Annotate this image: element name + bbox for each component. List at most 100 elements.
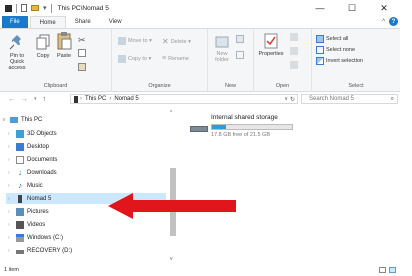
ribbon: Pin to Quick access Copy Paste ✂ Clipboa… xyxy=(0,28,400,92)
title-divider xyxy=(50,3,52,13)
breadcrumb-nomad-5[interactable]: Nomad 5 xyxy=(114,96,138,102)
collapse-chevron-icon[interactable]: › xyxy=(8,196,16,202)
nav-item-pictures[interactable]: › Pictures xyxy=(6,206,49,217)
search-icon: ⌕ xyxy=(390,95,394,102)
collapse-chevron-icon[interactable]: › xyxy=(8,222,16,228)
scroll-down-icon[interactable]: v xyxy=(170,256,173,262)
back-icon[interactable]: ← xyxy=(8,96,15,103)
device-small-icon xyxy=(74,95,78,103)
collapse-chevron-icon[interactable]: › xyxy=(8,235,16,241)
cut-button[interactable]: ✂ xyxy=(78,35,86,46)
tab-view[interactable]: View xyxy=(100,16,131,28)
clipboard-group: Pin to Quick access Copy Paste ✂ Clipboa… xyxy=(0,29,112,92)
search-input[interactable]: Search Nomad 5 ⌕ xyxy=(301,94,398,104)
nav-item-nomad-5[interactable]: › Nomad 5 xyxy=(6,193,166,204)
view-toggle xyxy=(379,267,396,273)
refresh-icon[interactable]: ↻ xyxy=(290,96,295,103)
navigation-scrollbar[interactable]: ^ v xyxy=(169,108,177,264)
open-group: Properties Open xyxy=(254,29,312,92)
paste-label: Paste xyxy=(56,53,72,59)
scrollbar-thumb[interactable] xyxy=(170,168,176,236)
history-icon xyxy=(290,61,298,69)
select-none-button[interactable]: Select none xyxy=(316,46,355,54)
new-item-button[interactable] xyxy=(236,35,244,43)
collapse-chevron-icon[interactable]: › xyxy=(8,157,16,163)
rename-label: Rename xyxy=(168,55,189,62)
nav-item-this-pc[interactable]: ∨ This PC xyxy=(0,114,42,125)
address-field[interactable]: › This PC › Nomad 5 ∨ ↻ xyxy=(70,94,298,104)
nav-item-windows-c[interactable]: › Windows (C:) xyxy=(6,232,63,243)
collapse-chevron-icon[interactable]: › xyxy=(8,183,16,189)
select-none-icon xyxy=(316,46,324,54)
expand-ribbon-icon[interactable]: ^ xyxy=(382,19,385,25)
nav-item-desktop[interactable]: › Desktop xyxy=(6,141,49,152)
easy-access-button[interactable] xyxy=(236,51,244,59)
nav-item-documents[interactable]: › Documents xyxy=(6,154,57,165)
expand-chevron-icon[interactable]: ∨ xyxy=(2,117,10,123)
details-view-icon[interactable] xyxy=(379,267,386,273)
help-icon[interactable]: ? xyxy=(389,17,398,26)
nav-item-videos[interactable]: › Videos xyxy=(6,219,45,230)
copy-to-button[interactable]: Copy to ▾ xyxy=(118,55,151,63)
forward-icon[interactable]: → xyxy=(21,96,28,103)
breadcrumb-this-pc[interactable]: This PC xyxy=(85,96,106,102)
nav-label: Downloads xyxy=(27,169,57,176)
move-to-button[interactable]: Move to ▾ xyxy=(118,37,152,45)
copy-path-button[interactable] xyxy=(78,49,86,57)
collapse-chevron-icon[interactable]: › xyxy=(8,131,16,137)
select-all-button[interactable]: Select all xyxy=(316,35,348,43)
close-button[interactable]: ✕ xyxy=(368,0,400,16)
properties-quick-icon[interactable] xyxy=(21,4,27,12)
drive-tile-internal-storage[interactable]: Internal shared storage 17.8 GB free of … xyxy=(190,114,293,138)
properties-label: Properties xyxy=(258,51,284,57)
new-folder-label: New folder xyxy=(215,51,229,63)
scroll-up-icon[interactable]: ^ xyxy=(170,110,172,116)
delete-button[interactable]: ✕ Delete ▾ xyxy=(162,37,191,46)
tab-home[interactable]: Home xyxy=(29,16,66,28)
select-group: Select all Select none Invert selection … xyxy=(312,29,400,92)
collapse-chevron-icon[interactable]: › xyxy=(8,170,16,176)
status-bar: 1 item xyxy=(0,264,400,276)
nav-item-3d-objects[interactable]: › 3D Objects xyxy=(6,128,57,139)
tab-file[interactable]: File xyxy=(2,16,28,28)
properties-button[interactable]: Properties xyxy=(256,33,286,57)
edit-button[interactable] xyxy=(290,47,298,55)
address-dropdown-icon[interactable]: ∨ xyxy=(284,96,288,102)
clipboard-group-label: Clipboard xyxy=(43,83,68,89)
move-to-label: Move to ▾ xyxy=(128,38,152,44)
collapse-chevron-icon[interactable]: › xyxy=(8,248,16,254)
videos-icon xyxy=(16,220,24,229)
history-button[interactable] xyxy=(290,61,298,69)
minimize-button[interactable]: — xyxy=(304,0,336,16)
open-group-label: Open xyxy=(275,83,290,89)
invert-selection-button[interactable]: Invert selection xyxy=(316,57,363,65)
customize-dropdown-icon[interactable]: ▾ xyxy=(43,4,47,12)
up-icon[interactable]: ↑ xyxy=(43,96,47,103)
storage-usage-bar xyxy=(211,124,293,130)
collapse-chevron-icon[interactable]: › xyxy=(8,209,16,215)
paste-button[interactable]: Paste xyxy=(54,31,74,59)
copy-button[interactable]: Copy xyxy=(34,33,52,59)
open-button[interactable] xyxy=(290,33,298,41)
new-folder-icon xyxy=(215,36,229,48)
maximize-button[interactable]: ☐ xyxy=(336,0,368,16)
nav-item-music[interactable]: › ♪ Music xyxy=(6,180,43,191)
delete-label: Delete ▾ xyxy=(170,38,191,45)
new-group-label: New xyxy=(224,83,236,89)
copy-icon xyxy=(36,34,50,50)
new-folder-quick-icon[interactable] xyxy=(31,5,39,11)
tab-share[interactable]: Share xyxy=(66,16,100,28)
new-folder-button[interactable]: New folder xyxy=(212,33,232,63)
nav-item-recovery-d[interactable]: › RECOVERY (D:) xyxy=(6,245,72,256)
recent-dropdown-icon[interactable]: ▾ xyxy=(34,96,37,102)
pin-quick-access-button[interactable]: Pin to Quick access xyxy=(4,33,30,71)
large-icons-view-icon[interactable] xyxy=(389,267,396,273)
breadcrumb-separator-icon: › xyxy=(109,96,112,102)
collapse-chevron-icon[interactable]: › xyxy=(8,144,16,150)
rename-button[interactable]: ≡ Rename xyxy=(162,55,189,62)
edit-icon xyxy=(290,47,298,55)
address-bar-row: ← → ▾ ↑ › This PC › Nomad 5 ∨ ↻ Search N… xyxy=(0,92,400,106)
paste-shortcut-button[interactable] xyxy=(78,63,86,71)
properties-icon xyxy=(264,33,278,49)
nav-item-downloads[interactable]: › ↓ Downloads xyxy=(6,167,57,178)
